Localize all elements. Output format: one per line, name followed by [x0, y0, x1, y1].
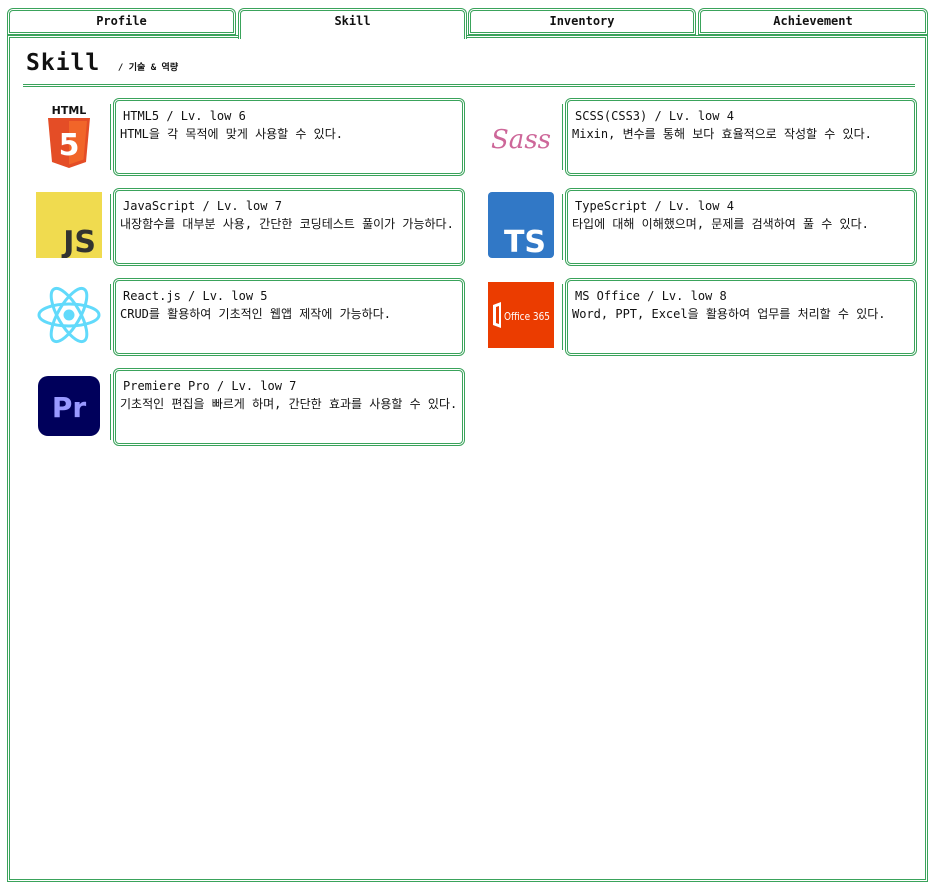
skill-desc: 타입에 대해 이해했으며, 문제를 검색하여 풀 수 있다. [572, 217, 869, 231]
card-divider [562, 194, 563, 260]
skill-desc: Mixin, 변수를 통해 보다 효율적으로 작성할 수 있다. [572, 127, 872, 141]
typescript-logo-glyph: TS [504, 225, 546, 258]
skill-card-typescript: TS TypeScript / Lv. low 4 타입에 대해 이해했으며, … [476, 188, 917, 266]
skill-name: SCSS(CSS3) / Lv. low 4 [575, 109, 734, 123]
skill-card-scss: Sass SCSS(CSS3) / Lv. low 4 Mixin, 변수를 통… [476, 98, 917, 176]
tab-bar: Profile Skill Inventory Achievement [7, 7, 928, 39]
skill-name: React.js / Lv. low 5 [123, 289, 268, 303]
html5-logo-glyph: 5 [59, 128, 80, 163]
html5-logo-label: HTML [52, 104, 87, 117]
javascript-logo-glyph: JS [61, 225, 96, 258]
skill-desc: CRUD를 활용하여 기초적인 웹앱 제작에 가능하다. [120, 307, 391, 321]
tab-inventory[interactable]: Inventory [468, 8, 696, 35]
javascript-icon: JS [36, 192, 102, 260]
sass-logo-glyph: Sass [491, 125, 551, 155]
title-divider [23, 84, 915, 90]
skill-desc: 기초적인 편집을 빠르게 하며, 간단한 효과를 사용할 수 있다. [120, 397, 458, 411]
skill-name: Premiere Pro / Lv. low 7 [123, 379, 297, 393]
tab-skill[interactable]: Skill [238, 8, 467, 39]
page-title: Skill / 기술 & 역량 [26, 50, 178, 80]
skill-name: MS Office / Lv. low 8 [575, 289, 727, 303]
skill-card-javascript: JS JavaScript / Lv. low 7 내장함수를 대부분 사용, … [24, 188, 465, 266]
skill-card-ms-office: Office 365 MS Office / Lv. low 8 Word, P… [476, 278, 917, 356]
skill-card-html5: HTML 5 HTML5 / Lv. low 6 HTML을 각 목적에 맞게 … [24, 98, 465, 176]
premiere-pro-icon: Pr [36, 372, 102, 438]
typescript-icon: TS [488, 192, 554, 260]
card-divider [110, 194, 111, 260]
skill-name: TypeScript / Lv. low 4 [575, 199, 734, 213]
skill-name: HTML5 / Lv. low 6 [123, 109, 246, 123]
card-divider [110, 104, 111, 170]
card-divider [110, 284, 111, 350]
react-icon [36, 282, 102, 348]
skill-desc: Word, PPT, Excel을 활용하여 업무를 처리할 수 있다. [572, 307, 886, 321]
card-divider [562, 104, 563, 170]
skill-desc: HTML을 각 목적에 맞게 사용할 수 있다. [120, 127, 343, 141]
card-divider [110, 374, 111, 440]
skill-card-react: React.js / Lv. low 5 CRUD를 활용하여 기초적인 웹앱 … [24, 278, 465, 356]
tab-achievement[interactable]: Achievement [698, 8, 928, 35]
sass-icon: Sass [488, 102, 554, 168]
skill-desc: 내장함수를 대부분 사용, 간단한 코딩테스트 풀이가 가능하다. [120, 217, 454, 231]
skill-name: JavaScript / Lv. low 7 [123, 199, 282, 213]
office365-icon: Office 365 [488, 282, 554, 348]
page-subtitle: / 기술 & 역량 [117, 63, 179, 73]
card-divider [562, 284, 563, 350]
skill-card-premiere-pro: Pr Premiere Pro / Lv. low 7 기초적인 편집을 빠르게… [24, 368, 465, 446]
html5-icon: HTML 5 [36, 102, 102, 168]
skill-panel: Skill / 기술 & 역량 HTML 5 HTML5 / Lv. low 6… [7, 35, 928, 882]
premiere-pro-logo-glyph: Pr [52, 391, 87, 424]
page-title-text: Skill [26, 50, 101, 76]
tab-profile[interactable]: Profile [7, 8, 236, 35]
office365-logo-glyph: Office 365 [504, 310, 550, 323]
